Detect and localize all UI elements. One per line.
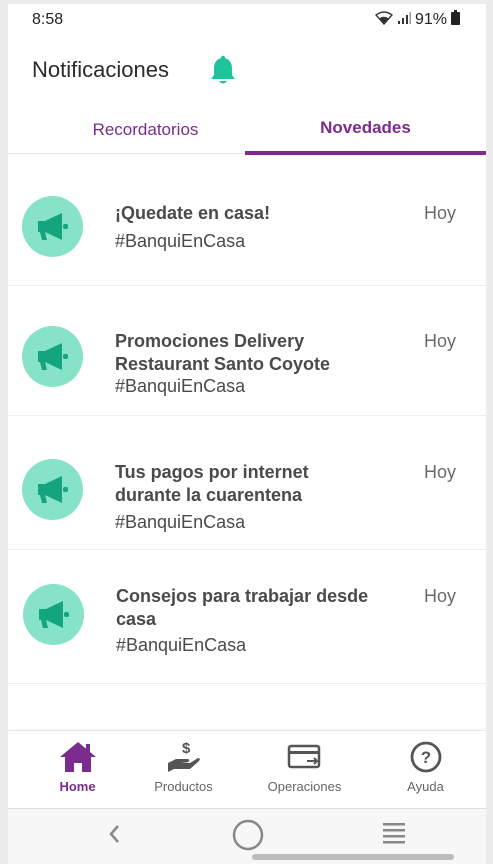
notification-subtitle: #BanquiEnCasa [115, 512, 246, 532]
card-transfer-icon [285, 739, 325, 775]
megaphone-icon [22, 326, 83, 387]
notification-subtitle: #BanquiEnCasa [115, 231, 246, 251]
nav-home[interactable]: Home [18, 731, 137, 805]
tab-bar: Recordatorios Novedades [8, 104, 486, 155]
nav-label: Home [59, 779, 96, 794]
status-time: 8:58 [32, 11, 64, 28]
notification-date: Hoy [423, 586, 456, 606]
home-circle-icon[interactable] [232, 819, 264, 856]
tab-novedades[interactable]: Novedades [245, 104, 486, 154]
megaphone-icon [22, 459, 83, 520]
megaphone-icon [22, 196, 83, 257]
notification-title: ¡Quedate en casa! [115, 203, 271, 223]
notification-item[interactable]: Tus pagos por internet durante la cuaren… [8, 416, 486, 550]
nav-productos[interactable]: $ Productos [124, 731, 243, 805]
notification-item[interactable]: Consejos para trabajar desde casa #Banqu… [8, 550, 486, 684]
app-screen: 8:58 91% Notificaciones Recordatorios No… [8, 4, 486, 864]
nav-label: Productos [154, 779, 213, 794]
status-bar: 8:58 91% [8, 4, 486, 36]
battery-icon [451, 10, 460, 30]
home-indicator [252, 854, 454, 860]
active-tab-indicator [245, 151, 486, 155]
notification-item[interactable]: Promociones Delivery Restaurant Santo Co… [8, 286, 486, 416]
svg-text:$: $ [182, 740, 191, 757]
notification-title: Consejos para trabajar desde casa [116, 586, 369, 629]
bell-icon [208, 55, 238, 87]
wifi-icon [374, 10, 393, 30]
notification-date: Hoy [423, 203, 456, 223]
svg-text:?: ? [420, 748, 430, 767]
notification-subtitle: #BanquiEnCasa [116, 635, 247, 655]
megaphone-icon [23, 584, 84, 645]
hand-money-icon: $ [164, 739, 204, 775]
notification-title: Promociones Delivery Restaurant Santo Co… [115, 331, 331, 374]
battery-percentage: 91% [414, 11, 447, 28]
notification-date: Hoy [423, 331, 456, 351]
status-indicators: 91% [374, 10, 460, 30]
back-icon[interactable] [106, 823, 122, 850]
nav-label: Ayuda [407, 779, 444, 794]
nav-label: Operaciones [267, 779, 342, 794]
notification-date: Hoy [423, 462, 456, 482]
nav-operaciones[interactable]: Operaciones [245, 731, 364, 805]
notification-title: Tus pagos por internet durante la cuaren… [115, 462, 309, 505]
page-title: Notificaciones [32, 57, 169, 82]
help-icon: ? [406, 739, 446, 775]
notification-subtitle: #BanquiEnCasa [115, 376, 246, 396]
notification-item[interactable]: ¡Quedate en casa! #BanquiEnCasa Hoy [8, 156, 486, 286]
tab-recordatorios[interactable]: Recordatorios [48, 104, 243, 154]
home-icon [58, 739, 98, 775]
recents-icon[interactable] [382, 821, 406, 850]
bottom-navigation: Home $ Productos Operaciones ? Ayuda [8, 730, 486, 804]
signal-icon [397, 11, 411, 30]
nav-ayuda[interactable]: ? Ayuda [366, 731, 485, 805]
